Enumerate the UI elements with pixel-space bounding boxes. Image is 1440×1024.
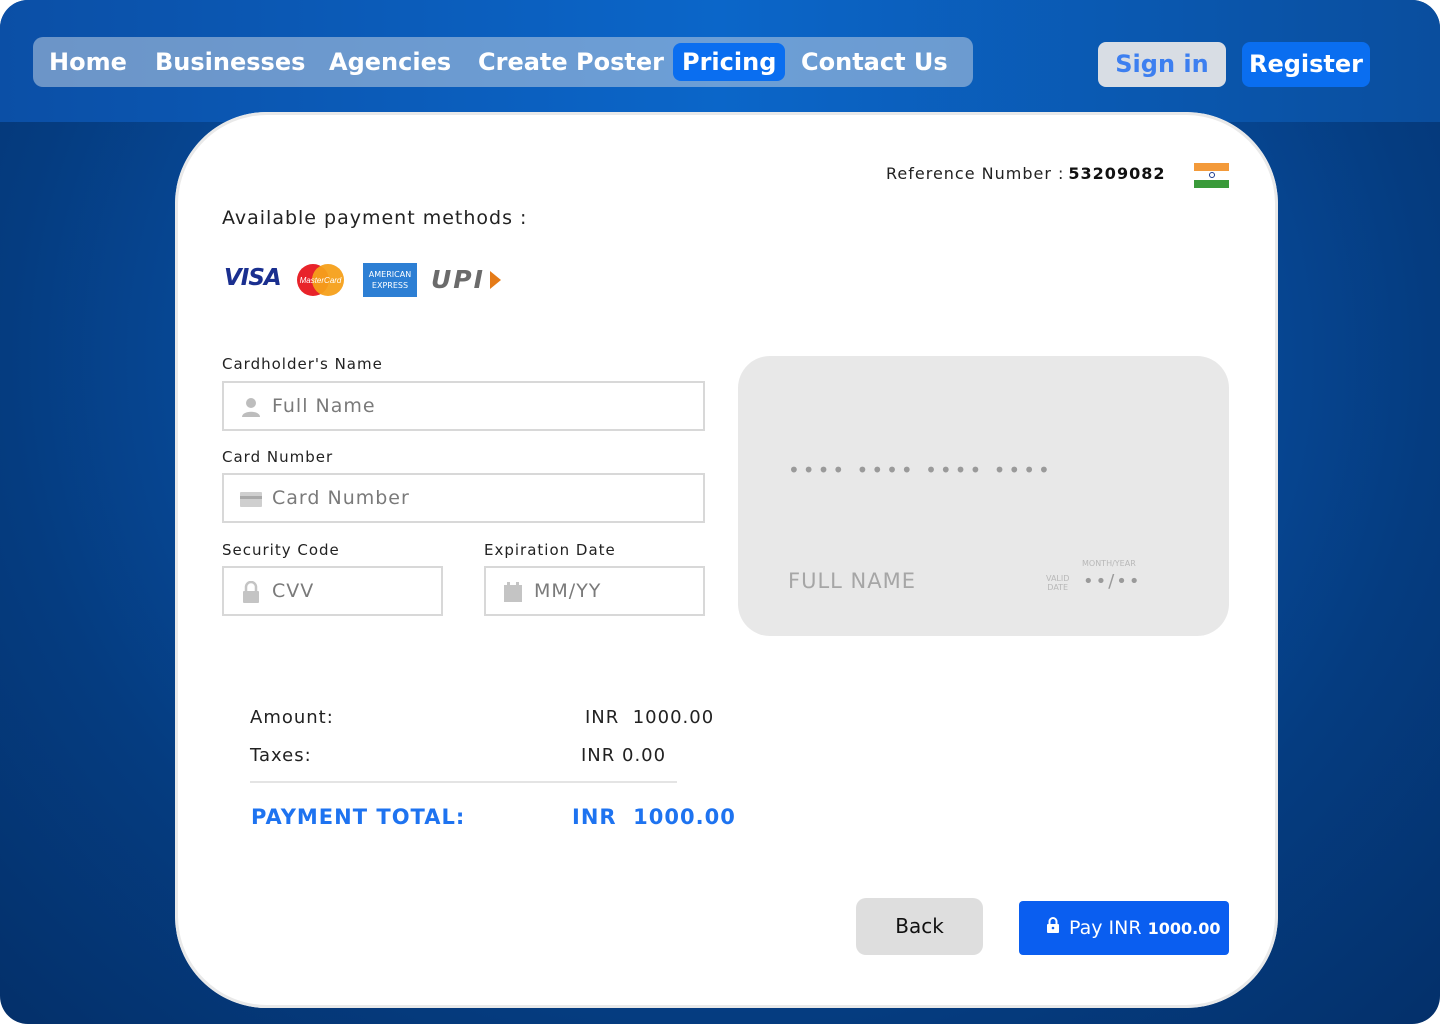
full-name-input[interactable] [272, 383, 695, 429]
reference-label: Reference Number : [886, 164, 1065, 183]
nav-home[interactable]: Home [49, 43, 127, 81]
back-button[interactable]: Back [856, 898, 983, 955]
pay-lock-icon [1047, 917, 1059, 933]
main-nav: Home Businesses Agencies Create Poster P… [33, 37, 973, 87]
payment-total-value: INR 1000.00 [572, 805, 736, 829]
expiry-input[interactable] [534, 568, 695, 614]
card-preview-name: FULL NAME [788, 569, 916, 593]
reference-value: 53209082 [1068, 164, 1166, 183]
calendar-icon [504, 582, 522, 602]
card-number-input[interactable] [272, 475, 695, 521]
amex-line2: EXPRESS [371, 281, 409, 290]
amex-line1: AMERICAN [368, 270, 412, 279]
taxes-label: Taxes: [250, 745, 312, 766]
payment-total-label: PAYMENT TOTAL: [251, 805, 466, 829]
card-preview-expiry: ••/•• [1083, 571, 1142, 592]
expiration-date-field [484, 566, 705, 616]
nav-create-poster[interactable]: Create Poster [478, 43, 664, 81]
amex-logo: AMERICAN EXPRESS [363, 263, 417, 297]
nav-contact-us[interactable]: Contact Us [801, 43, 948, 81]
security-code-label: Security Code [222, 541, 340, 559]
sign-in-button[interactable]: Sign in [1098, 42, 1226, 87]
card-preview-number: •••• •••• •••• •••• [788, 458, 1053, 482]
cardholder-name-field [222, 381, 705, 431]
india-flag-icon [1194, 163, 1229, 188]
card-preview [738, 356, 1229, 636]
credit-card-icon [240, 492, 262, 507]
card-preview-month-year-label: MONTH/YEAR [1082, 559, 1136, 568]
summary-divider [250, 781, 677, 783]
register-button[interactable]: Register [1242, 42, 1370, 87]
nav-pricing[interactable]: Pricing [673, 43, 786, 81]
pay-amount: 1000.00 [1147, 919, 1221, 938]
taxes-value: INR 0.00 [581, 745, 667, 766]
security-code-field [222, 566, 443, 616]
cardholder-name-label: Cardholder's Name [222, 355, 383, 373]
cvv-input[interactable] [272, 568, 433, 614]
amount-value: INR 1000.00 [585, 707, 715, 728]
upi-arrow-icon [490, 271, 501, 289]
pay-label: Pay INR [1069, 917, 1142, 939]
nav-businesses[interactable]: Businesses [155, 43, 305, 81]
valid-label-line1: VALID [1046, 574, 1070, 583]
amount-label: Amount: [250, 707, 334, 728]
available-methods-label: Available payment methods : [222, 207, 528, 229]
card-number-label: Card Number [222, 448, 334, 466]
expiration-date-label: Expiration Date [484, 541, 616, 559]
reference-number: Reference Number :53209082 [886, 164, 1165, 183]
visa-logo: VISA [224, 265, 282, 291]
card-preview-valid-label: VALID DATE [1046, 574, 1069, 592]
page-background: Home Businesses Agencies Create Poster P… [0, 0, 1440, 1024]
card-number-field [222, 473, 705, 523]
mastercard-logo: MasterCard [297, 264, 344, 296]
nav-agencies[interactable]: Agencies [329, 43, 451, 81]
upi-logo: UPI [431, 265, 485, 294]
mastercard-text: MasterCard [300, 276, 342, 285]
user-icon [242, 398, 260, 417]
lock-icon [243, 581, 259, 603]
valid-label-line2: DATE [1047, 583, 1069, 592]
